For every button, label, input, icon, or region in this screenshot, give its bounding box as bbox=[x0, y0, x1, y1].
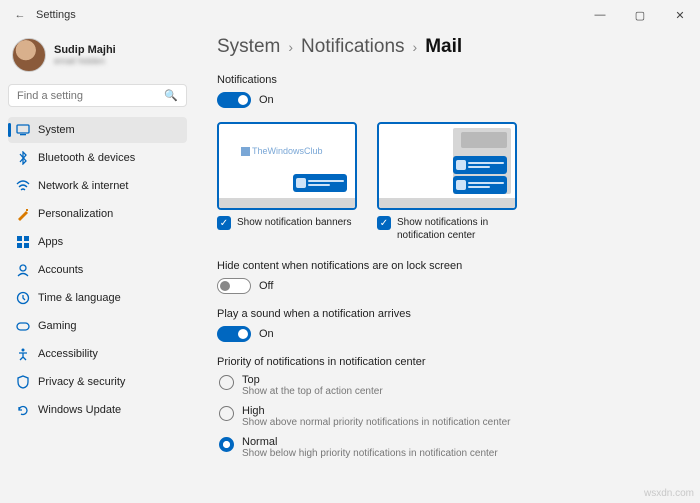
sidebar-item-apps[interactable]: Apps bbox=[8, 229, 187, 255]
sidebar-item-label: Time & language bbox=[38, 292, 121, 304]
update-icon bbox=[16, 403, 30, 417]
source-watermark: wsxdn.com bbox=[644, 488, 694, 499]
personalization-icon bbox=[16, 207, 30, 221]
close-button[interactable]: ✕ bbox=[660, 0, 700, 30]
sidebar-item-label: Personalization bbox=[38, 208, 113, 220]
search-box[interactable]: 🔍 bbox=[8, 84, 187, 107]
lock-state: Off bbox=[259, 280, 273, 292]
show-center-label: Show notifications in notification cente… bbox=[397, 216, 517, 242]
sidebar-item-label: Network & internet bbox=[38, 180, 128, 192]
apps-icon bbox=[16, 235, 30, 249]
priority-normal-radio[interactable]: Normal Show below high priority notifica… bbox=[219, 436, 678, 459]
breadcrumb: System › Notifications › Mail bbox=[217, 36, 678, 58]
watermark: TheWindowsClub bbox=[241, 146, 323, 156]
sidebar-item-label: Gaming bbox=[38, 320, 77, 332]
chevron-right-icon: › bbox=[413, 39, 418, 55]
priority-top-desc: Show at the top of action center bbox=[242, 386, 383, 397]
window-title: Settings bbox=[36, 9, 76, 21]
gaming-icon bbox=[16, 319, 30, 333]
sidebar-item-personalization[interactable]: Personalization bbox=[8, 201, 187, 227]
sidebar-item-label: Accessibility bbox=[38, 348, 98, 360]
sidebar-item-label: Apps bbox=[38, 236, 63, 248]
sidebar-item-label: System bbox=[38, 124, 75, 136]
notifications-toggle[interactable] bbox=[217, 92, 251, 108]
bluetooth-icon bbox=[16, 151, 30, 165]
notifications-label: Notifications bbox=[217, 74, 678, 86]
system-icon bbox=[16, 123, 30, 137]
notifications-state: On bbox=[259, 94, 274, 106]
show-banners-label: Show notification banners bbox=[237, 216, 352, 229]
priority-label: Priority of notifications in notificatio… bbox=[217, 356, 678, 368]
titlebar: ← Settings ― ▢ ✕ bbox=[0, 0, 700, 30]
priority-normal-label: Normal bbox=[242, 436, 498, 448]
priority-top-radio[interactable]: Top Show at the top of action center bbox=[219, 374, 678, 397]
sidebar-item-privacy[interactable]: Privacy & security bbox=[8, 369, 187, 395]
lock-toggle[interactable] bbox=[217, 278, 251, 294]
breadcrumb-system[interactable]: System bbox=[217, 36, 280, 58]
sound-label: Play a sound when a notification arrives bbox=[217, 308, 678, 320]
minimize-button[interactable]: ― bbox=[580, 0, 620, 30]
sidebar-item-label: Bluetooth & devices bbox=[38, 152, 135, 164]
checkbox-checked-icon: ✓ bbox=[377, 216, 391, 230]
user-block[interactable]: Sudip Majhi email hidden bbox=[8, 34, 187, 82]
priority-high-label: High bbox=[242, 405, 510, 417]
sound-state: On bbox=[259, 328, 274, 340]
sidebar-item-accounts[interactable]: Accounts bbox=[8, 257, 187, 283]
network-icon bbox=[16, 179, 30, 193]
user-email: email hidden bbox=[54, 56, 116, 66]
sidebar-item-label: Accounts bbox=[38, 264, 83, 276]
radio-unchecked-icon bbox=[219, 406, 234, 421]
checkbox-checked-icon: ✓ bbox=[217, 216, 231, 230]
sidebar: Sudip Majhi email hidden 🔍 System Blueto… bbox=[0, 30, 195, 503]
priority-high-radio[interactable]: High Show above normal priority notifica… bbox=[219, 405, 678, 428]
show-center-checkbox[interactable]: ✓ Show notifications in notification cen… bbox=[377, 216, 517, 242]
preview-center[interactable] bbox=[377, 122, 517, 210]
search-icon: 🔍 bbox=[164, 89, 178, 102]
sidebar-item-gaming[interactable]: Gaming bbox=[8, 313, 187, 339]
accessibility-icon bbox=[16, 347, 30, 361]
sidebar-item-accessibility[interactable]: Accessibility bbox=[8, 341, 187, 367]
sidebar-item-label: Windows Update bbox=[38, 404, 121, 416]
sound-toggle[interactable] bbox=[217, 326, 251, 342]
priority-high-desc: Show above normal priority notifications… bbox=[242, 417, 510, 428]
shield-icon bbox=[16, 375, 30, 389]
time-icon bbox=[16, 291, 30, 305]
preview-banners[interactable]: TheWindowsClub bbox=[217, 122, 357, 210]
back-button[interactable]: ← bbox=[8, 9, 32, 21]
priority-top-label: Top bbox=[242, 374, 383, 386]
search-input[interactable] bbox=[17, 90, 164, 102]
content-area: System › Notifications › Mail Notificati… bbox=[195, 30, 700, 503]
chevron-right-icon: › bbox=[288, 39, 293, 55]
radio-unchecked-icon bbox=[219, 375, 234, 390]
sidebar-item-system[interactable]: System bbox=[8, 117, 187, 143]
breadcrumb-mail: Mail bbox=[425, 36, 462, 58]
avatar bbox=[12, 38, 46, 72]
breadcrumb-notifications[interactable]: Notifications bbox=[301, 36, 405, 58]
accounts-icon bbox=[16, 263, 30, 277]
sidebar-item-label: Privacy & security bbox=[38, 376, 125, 388]
user-name: Sudip Majhi bbox=[54, 44, 116, 56]
sidebar-item-time[interactable]: Time & language bbox=[8, 285, 187, 311]
sidebar-item-update[interactable]: Windows Update bbox=[8, 397, 187, 423]
show-banners-checkbox[interactable]: ✓ Show notification banners bbox=[217, 216, 357, 230]
maximize-button[interactable]: ▢ bbox=[620, 0, 660, 30]
sidebar-item-network[interactable]: Network & internet bbox=[8, 173, 187, 199]
sidebar-item-bluetooth[interactable]: Bluetooth & devices bbox=[8, 145, 187, 171]
priority-normal-desc: Show below high priority notifications i… bbox=[242, 448, 498, 459]
lock-label: Hide content when notifications are on l… bbox=[217, 260, 678, 272]
radio-checked-icon bbox=[219, 437, 234, 452]
